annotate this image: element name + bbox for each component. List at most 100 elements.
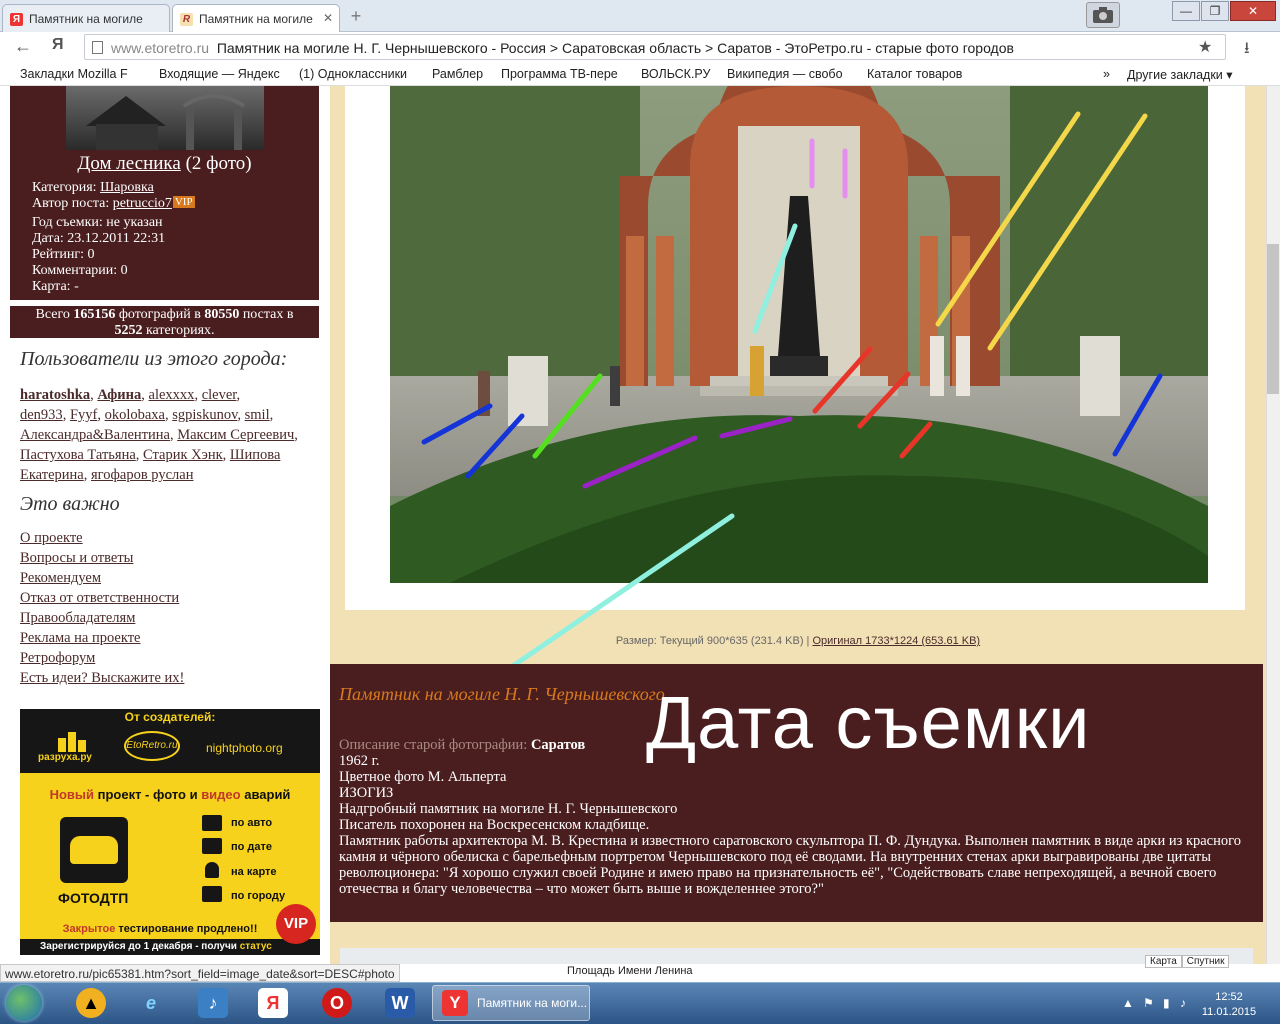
important-heading: Это важно — [20, 493, 120, 515]
user-link[interactable]: clever — [202, 387, 237, 403]
flag-icon[interactable]: ⚑ — [1143, 996, 1154, 1010]
maximize-button[interactable]: ❐ — [1201, 1, 1229, 21]
original-size-link[interactable]: Оригинал 1733*1224 (653.61 KB) — [812, 635, 980, 647]
ad-vip-badge: VIP — [276, 904, 316, 944]
user-link[interactable]: Афина — [97, 387, 141, 403]
photo-title: Памятник на могиле Н. Г. Чернышевского — [339, 684, 665, 704]
ad-razruha: разруха.ру — [38, 752, 92, 763]
ad-closed-testing: Закрытое тестирование продлено!! — [20, 923, 320, 935]
desc-line: Памятник работы архитектора М. В. Крести… — [339, 833, 1241, 897]
clock[interactable]: 12:52 11.01.2015 — [1190, 990, 1268, 1020]
users-list: haratoshka, Афина, alexxxx, clever, den9… — [20, 387, 298, 483]
bookmark-catalog[interactable]: Каталог товаров — [867, 67, 977, 81]
user-link[interactable]: Максим Сергеевич — [177, 427, 294, 443]
author-link[interactable]: petruccio7 — [113, 196, 172, 211]
etoretro-favicon-icon: R — [180, 13, 193, 26]
user-link[interactable]: den933 — [20, 407, 63, 423]
download-icon[interactable]: ⭳ — [1244, 37, 1250, 64]
map-type-buttons: Карта Спутник — [1145, 955, 1230, 969]
link-copyright[interactable]: Правообладателям — [20, 610, 135, 627]
yandex-window-icon: Y — [442, 990, 468, 1016]
desc-line: 1962 г. — [339, 753, 380, 769]
ad-option: по городу — [231, 890, 286, 902]
link-ideas[interactable]: Есть идеи? Выскажите их! — [20, 670, 184, 687]
tray-arrow-icon[interactable]: ▲ — [1122, 996, 1134, 1010]
car-shape — [70, 836, 118, 864]
map-place-label: Площадь Имени Ленина — [567, 965, 693, 977]
opera-icon[interactable]: O — [322, 988, 352, 1018]
link-about[interactable]: О проекте — [20, 530, 83, 547]
description-text: Описание старой фотографии: Саратов 1962… — [339, 737, 1254, 897]
tab-2[interactable]: R Памятник на могиле ✕ — [172, 4, 340, 32]
bookmark-rambler[interactable]: Рамблер — [432, 67, 492, 81]
url-input[interactable]: www.etoretro.ru Памятник на могиле Н. Г.… — [84, 34, 1226, 60]
link-advertising[interactable]: Реклама на проекте — [20, 630, 140, 647]
ad-closed-2: тестирование продлено!! — [118, 923, 258, 935]
bookmark-star-icon[interactable]: ★ — [1198, 37, 1212, 57]
start-button[interactable] — [6, 985, 42, 1021]
ad-option: по дате — [231, 841, 273, 853]
bookmark-tv[interactable]: Программа ТВ-пере — [501, 67, 627, 81]
tab-1[interactable]: Я Памятник на могиле — [2, 4, 170, 32]
more-bookmarks-chevron-icon[interactable]: » — [1103, 67, 1110, 81]
tab-1-label: Памятник на могиле — [29, 12, 143, 26]
link-disclaimer[interactable]: Отказ от ответственности — [20, 590, 179, 607]
camera-icon[interactable] — [1086, 2, 1120, 28]
totals-photos: 165156 — [73, 307, 116, 322]
totals-categories: 5252 — [114, 323, 143, 338]
yandex-browser-icon[interactable]: Я — [258, 988, 288, 1018]
site-totals: Всего 165156 фотографий в 80550 постах в… — [10, 306, 319, 338]
close-window-button[interactable]: ✕ — [1230, 1, 1276, 21]
totals-text-4: категориях. — [145, 323, 215, 338]
photo-card-link[interactable]: Дом лесника — [77, 153, 180, 174]
user-link[interactable]: Пастухова Татьяна — [20, 447, 136, 463]
user-link[interactable]: okolobaxa — [105, 407, 165, 423]
bookmark-wikipedia[interactable]: Википедия — свобо — [727, 67, 853, 81]
close-tab-icon[interactable]: ✕ — [323, 11, 333, 25]
map-widget[interactable] — [340, 948, 1253, 964]
yandex-button[interactable]: Я — [52, 36, 64, 54]
category-link[interactable]: Шаровка — [100, 180, 154, 195]
network-icon[interactable]: ▮ — [1163, 996, 1170, 1010]
bookmark-inbox[interactable]: Входящие — Яндекс — [159, 67, 285, 81]
tab-2-label: Памятник на могиле — [199, 12, 313, 26]
bookmark-volsk[interactable]: ВОЛЬСК.РУ — [641, 67, 717, 81]
vip-badge: VIP — [172, 196, 195, 208]
volume-icon[interactable]: ♪ — [1180, 996, 1186, 1010]
satellite-button[interactable]: Спутник — [1181, 955, 1230, 968]
category-label: Категория: — [32, 180, 97, 195]
user-link[interactable]: ягофаров руслан — [91, 467, 193, 483]
map-line: Карта: - — [32, 279, 79, 294]
ad-etoretro-logo: EtoRetro.ru — [124, 731, 180, 761]
ad-fotodtp: ФОТОДТП — [58, 890, 129, 906]
media-player-icon[interactable]: ♪ — [198, 988, 228, 1018]
user-link[interactable]: Александра&Валентина — [20, 427, 170, 443]
new-tab-button[interactable]: + — [345, 6, 367, 28]
link-faq[interactable]: Вопросы и ответы — [20, 550, 133, 567]
user-link[interactable]: smil — [245, 407, 270, 423]
clock-time: 12:52 — [1215, 991, 1243, 1003]
user-link[interactable]: alexxxx — [149, 387, 195, 403]
map-button[interactable]: Карта — [1145, 955, 1182, 968]
ie-icon[interactable]: e — [136, 988, 166, 1018]
forester-house-thumbnail[interactable] — [66, 86, 264, 150]
bookmark-mozilla[interactable]: Закладки Mozilla F — [20, 67, 146, 81]
minimize-button[interactable]: — — [1172, 1, 1200, 21]
comments-line: Комментарии: 0 — [32, 263, 128, 278]
user-link[interactable]: sgpiskunov — [172, 407, 237, 423]
totals-posts: 80550 — [204, 307, 240, 322]
link-retroforum[interactable]: Ретрофорум — [20, 650, 95, 667]
word-icon[interactable]: W — [385, 988, 415, 1018]
bookmark-odnoklassniki[interactable]: (1) Одноклассники — [299, 67, 421, 81]
other-bookmarks[interactable]: Другие закладки ▾ — [1127, 67, 1233, 82]
scrollbar[interactable] — [1266, 86, 1280, 964]
avast-icon[interactable]: ▲ — [76, 988, 106, 1018]
user-link[interactable]: Старик Хэнк — [143, 447, 223, 463]
back-button[interactable]: ← — [14, 36, 32, 57]
link-recommend[interactable]: Рекомендуем — [20, 570, 101, 587]
scrollbar-thumb[interactable] — [1267, 244, 1279, 394]
author-label: Автор поста: — [32, 196, 110, 211]
user-link[interactable]: haratoshka — [20, 387, 90, 403]
user-link[interactable]: Fyyf — [70, 407, 97, 423]
city-icon — [202, 886, 222, 902]
